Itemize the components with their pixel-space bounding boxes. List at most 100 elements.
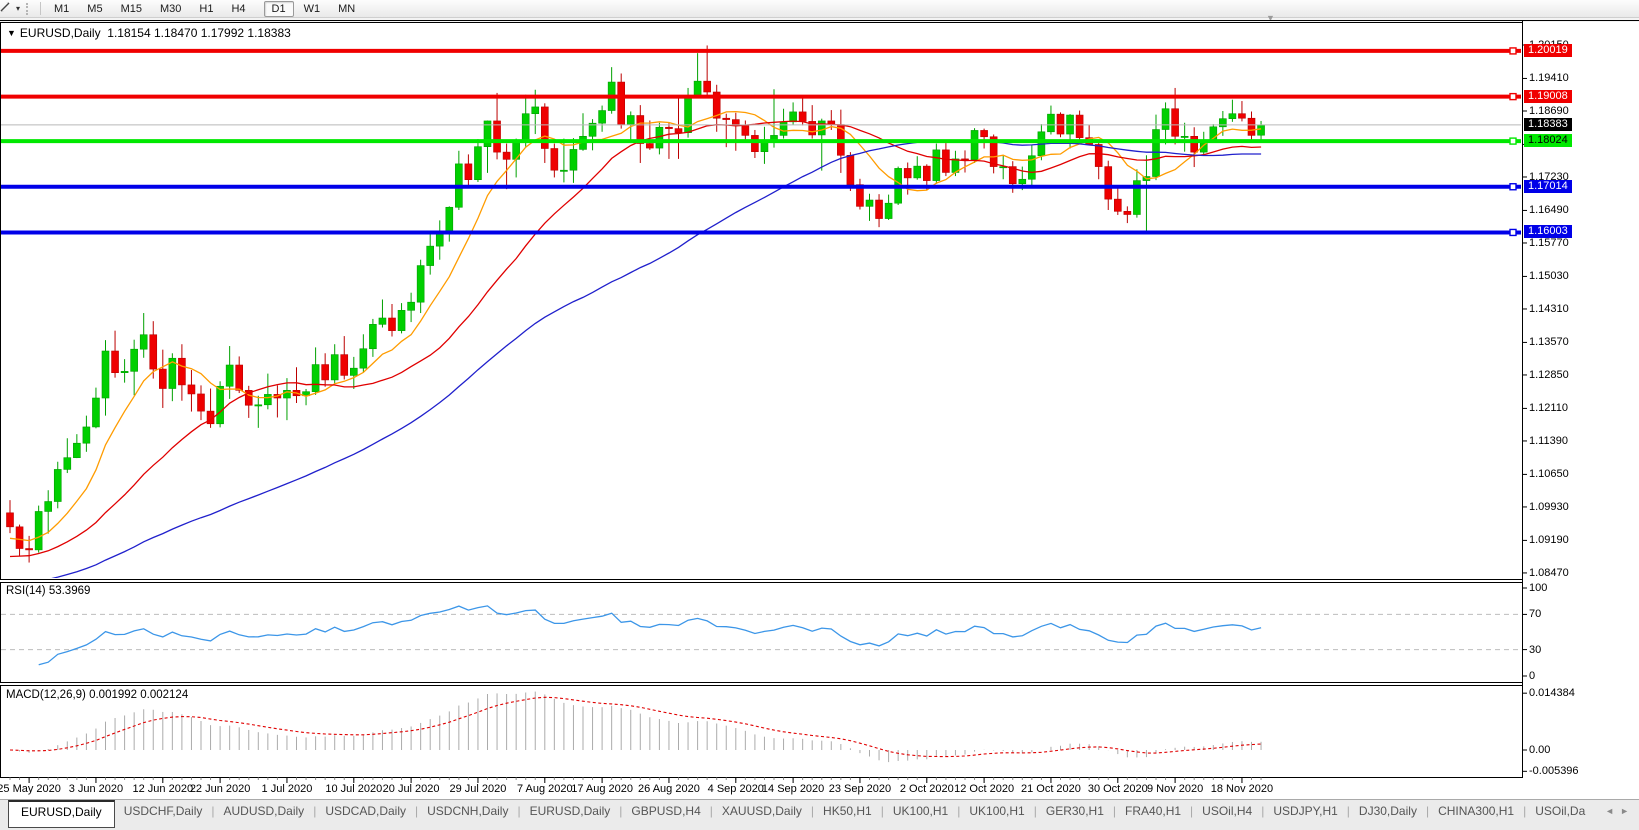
macd-indicator-label: MACD(12,26,9) 0.001992 0.002124 [6, 689, 188, 701]
price-axis-label: 1.09190 [1529, 534, 1569, 546]
candle-body [360, 349, 367, 368]
price-axis-label: 1.15030 [1529, 270, 1569, 282]
chart-symbol-period: EURUSD,Daily [20, 26, 101, 40]
rsi-layer [1, 606, 1521, 665]
price-axis-label: 1.12110 [1529, 402, 1568, 414]
candle-body [704, 81, 711, 92]
price-axis-label: 1.18690 [1529, 105, 1569, 117]
candle-body [7, 513, 14, 527]
candle-body [312, 365, 319, 392]
level-line-handle[interactable] [1510, 229, 1516, 235]
price-axis-label: 1.13570 [1529, 336, 1569, 348]
chart-tab-usdcad-daily[interactable]: USDCAD,Daily [316, 800, 415, 826]
candle-body [1238, 114, 1245, 119]
chart-tab-dj30-daily[interactable]: DJ30,Daily [1350, 800, 1426, 826]
collapse-icon[interactable]: ▼ [7, 28, 16, 38]
chart-tab-usdjpy-h1[interactable]: USDJPY,H1 [1264, 800, 1346, 826]
candle-body [474, 147, 481, 180]
candle-body [331, 355, 338, 380]
macd-axis-label: -0.005396 [1529, 765, 1579, 777]
candle-body [971, 130, 978, 159]
chart-tab-usdcnh-daily[interactable]: USDCNH,Daily [418, 800, 517, 826]
date-axis-label: 9 Nov 2020 [1147, 783, 1203, 795]
level-price-badge: 1.16003 [1524, 225, 1572, 238]
date-axis-label: 17 Aug 2020 [571, 783, 633, 795]
candle-body [226, 365, 233, 386]
candle-body [1019, 179, 1026, 184]
candle-body [389, 318, 396, 331]
candle-body [627, 116, 634, 125]
tab-scroll-left-icon[interactable]: ◄ [1605, 806, 1620, 816]
candle-body [16, 527, 23, 549]
chart-title: ▼EURUSD,Daily 1.18154 1.18470 1.17992 1.… [7, 26, 291, 40]
date-axis-label: 7 Aug 2020 [517, 783, 573, 795]
candle-body [522, 114, 529, 141]
candle-body [1258, 125, 1265, 135]
chart-tab-eurusd-daily[interactable]: EURUSD,Daily [8, 800, 115, 828]
price-axis-label: 1.16490 [1529, 204, 1569, 216]
rsi-indicator-label: RSI(14) 53.3969 [6, 585, 90, 597]
candle-body [923, 166, 930, 180]
chart-tab-uk100-h1[interactable]: UK100,H1 [884, 800, 957, 826]
chart-tab-gbpusd-h4[interactable]: GBPUSD,H4 [622, 800, 709, 826]
candle-body [465, 164, 472, 180]
level-line-handle[interactable] [1510, 94, 1516, 100]
candle-body [1076, 115, 1083, 138]
candle-body [599, 111, 606, 124]
tab-scroll-right-icon[interactable]: ► [1620, 806, 1635, 816]
candles-layer[interactable] [0, 45, 1522, 584]
chart-tab-usdchf-daily[interactable]: USDCHF,Daily [115, 800, 212, 826]
candle-body [45, 502, 52, 512]
candle-body [131, 349, 138, 371]
candle-body [694, 81, 701, 95]
chart-tab-audusd-daily[interactable]: AUDUSD,Daily [215, 800, 314, 826]
chart-tab-usoil-da[interactable]: USOil,Da [1526, 800, 1594, 826]
macd-layer [10, 692, 1261, 763]
candle-body [26, 549, 33, 550]
candle-body [866, 200, 873, 206]
chart-tab-eurusd-daily[interactable]: EURUSD,Daily [521, 800, 620, 826]
level-line-handle[interactable] [1510, 48, 1516, 54]
level-line-handle[interactable] [1510, 138, 1516, 144]
candle-body [73, 443, 80, 457]
chart-tab-ger30-h1[interactable]: GER30,H1 [1037, 800, 1113, 826]
price-axis-label: 1.09930 [1529, 501, 1569, 513]
date-axis-label: 21 Oct 2020 [1021, 783, 1081, 795]
candle-body [799, 112, 806, 121]
date-axis-label: 29 Jul 2020 [449, 783, 506, 795]
chart-tab-usoil-h4[interactable]: USOil,H4 [1193, 800, 1261, 826]
candle-body [818, 121, 825, 135]
candle-body [942, 150, 949, 173]
date-axis-label: 14 Sep 2020 [762, 783, 824, 795]
candle-body [646, 144, 653, 149]
price-axis-label: 1.14310 [1529, 303, 1569, 315]
date-axis-label: 22 Jun 2020 [190, 783, 251, 795]
candle-body [102, 351, 109, 398]
mt4-chart-window: ▾ M1M5M15M30H1H4D1W1MN ▼ ▼EURUSD,Daily 1… [0, 0, 1639, 830]
candle-body [1172, 109, 1179, 137]
chart-tab-hk50-h1[interactable]: HK50,H1 [814, 800, 881, 826]
chart-tab-uk100-h1[interactable]: UK100,H1 [960, 800, 1033, 826]
macd-axis-label: 0.00 [1529, 744, 1550, 756]
candle-body [1057, 114, 1064, 134]
current-price-badge: 1.18383 [1524, 118, 1572, 131]
candle-body [665, 127, 672, 128]
candle-body [408, 302, 415, 310]
chart-tab-fra40-h1[interactable]: FRA40,H1 [1116, 800, 1190, 826]
level-line-handle[interactable] [1510, 184, 1516, 190]
chart-canvas[interactable] [0, 0, 1639, 798]
candle-body [1181, 136, 1188, 137]
candle-body [1095, 144, 1102, 166]
chart-tab-china300-h1[interactable]: CHINA300,H1 [1429, 800, 1523, 826]
chart-tab-xauusd-daily[interactable]: XAUUSD,Daily [713, 800, 811, 826]
candle-body [446, 207, 453, 233]
rsi-axis-label: 0 [1529, 670, 1535, 682]
candle-body [1229, 114, 1236, 119]
price-axis-label: 1.15770 [1529, 237, 1569, 249]
rsi-axis-label: 30 [1529, 644, 1541, 656]
candle-body [236, 365, 243, 390]
candle-body [742, 125, 749, 135]
candle-body [551, 149, 558, 171]
date-axis-label: 23 Sep 2020 [829, 783, 891, 795]
candle-body [933, 150, 940, 181]
